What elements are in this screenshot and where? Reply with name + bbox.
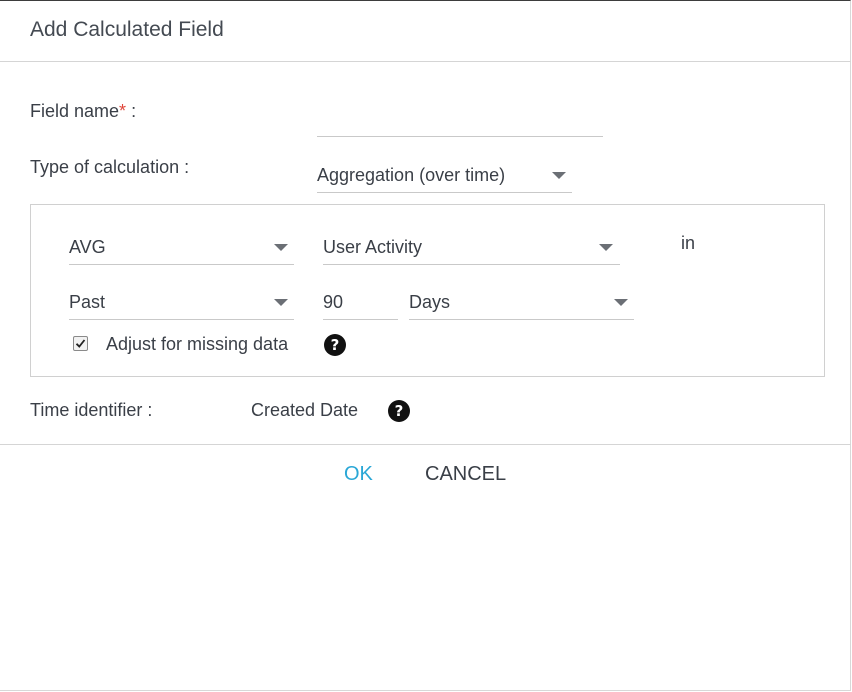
time-identifier-label: Time identifier : (30, 400, 153, 420)
adjust-missing-data-checkbox[interactable] (73, 336, 88, 351)
header-divider (0, 61, 851, 62)
chevron-down-icon (274, 299, 288, 306)
footer-divider (0, 444, 851, 445)
add-calculated-field-dialog: Add Calculated Field Field name* : Type … (0, 0, 851, 691)
checkmark-icon (75, 339, 86, 348)
chevron-down-icon (552, 172, 566, 179)
help-icon[interactable]: ? (388, 400, 410, 422)
chevron-down-icon (599, 244, 613, 251)
calculation-type-select[interactable]: Aggregation (over time) (317, 159, 572, 193)
aggregation-function-value: AVG (69, 237, 106, 257)
help-icon[interactable]: ? (324, 334, 346, 356)
metric-select[interactable]: User Activity (323, 231, 620, 265)
time-identifier-value: Created Date (251, 400, 359, 420)
period-count-value: 90 (323, 292, 344, 312)
period-value: Past (69, 292, 106, 312)
field-name-label-text: Field name (30, 101, 120, 121)
metric-value: User Activity (323, 237, 423, 257)
calculation-type-label: Type of calculation : (30, 157, 190, 177)
cancel-button[interactable]: CANCEL (425, 463, 506, 486)
dialog-title: Add Calculated Field (30, 18, 224, 41)
field-name-label: Field name* : (30, 101, 136, 122)
period-unit-value: Days (409, 292, 451, 312)
in-text: in (681, 233, 696, 253)
required-marker: * (119, 101, 127, 121)
chevron-down-icon (614, 299, 628, 306)
field-name-input[interactable] (317, 103, 603, 137)
chevron-down-icon (274, 244, 288, 251)
ok-button[interactable]: OK (344, 463, 373, 486)
aggregation-function-select[interactable]: AVG (69, 231, 294, 265)
field-name-label-colon: : (126, 101, 137, 121)
period-count-input[interactable]: 90 (323, 286, 398, 320)
calculation-type-value: Aggregation (over time) (317, 165, 506, 185)
adjust-missing-data-label: Adjust for missing data (106, 334, 289, 354)
period-select[interactable]: Past (69, 286, 294, 320)
period-unit-select[interactable]: Days (409, 286, 634, 320)
